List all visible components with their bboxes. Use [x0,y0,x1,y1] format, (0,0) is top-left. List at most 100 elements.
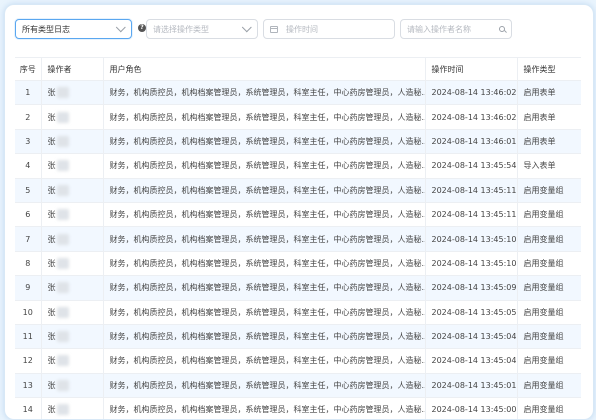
log-panel: 所有类型日志 ? 请选择操作类型 操作时间 请输入操作者名称 序号 操作者 用户… [4,4,594,420]
row-type: 启用表单 [517,129,581,153]
filter-toolbar: 所有类型日志 ? 请选择操作类型 操作时间 请输入操作者名称 [15,19,585,41]
operator-name: 张 [48,355,56,366]
row-time: 2024-08-14 13:45:04 [425,324,517,348]
table-row[interactable]: 1张财务，机构质控员，机构档案管理员，系统管理员，科室主任，中心药房管理员，人造… [15,81,581,105]
row-type: 启用变量组 [517,251,581,275]
table-row[interactable]: 4张财务，机构质控员，机构档案管理员，系统管理员，科室主任，中心药房管理员，人造… [15,154,581,178]
row-operator: 张 [41,349,103,373]
log-type-select-value: 所有类型日志 [22,24,70,35]
row-time: 2024-08-14 13:45:10 [425,251,517,275]
row-operator: 张 [41,398,103,420]
redacted-name-mask [57,136,69,147]
row-time: 2024-08-14 13:45:04 [425,349,517,373]
row-role: 财务，机构质控员，机构档案管理员，系统管理员，科室主任，中心药房管理员，人造秘.… [103,178,425,202]
row-type: 启用变量组 [517,300,581,324]
help-icon[interactable]: ? [138,24,146,32]
table-row[interactable]: 11张财务，机构质控员，机构档案管理员，系统管理员，科室主任，中心药房管理员，人… [15,324,581,348]
table-row[interactable]: 14张财务，机构质控员，机构档案管理员，系统管理员，科室主任，中心药房管理员，人… [15,398,581,420]
row-type: 启用变量组 [517,373,581,397]
operator-name: 张 [48,185,56,196]
row-type: 启用变量组 [517,178,581,202]
operator-name-search[interactable]: 请输入操作者名称 [400,19,512,39]
row-operator: 张 [41,105,103,129]
operation-time-placeholder: 操作时间 [286,24,318,35]
operator-name: 张 [48,209,56,220]
operator-name: 张 [48,234,56,245]
row-role: 财务，机构质控员，机构档案管理员，系统管理员，科室主任，中心药房管理员，人造秘.… [103,276,425,300]
table-header: 序号 操作者 用户角色 操作时间 操作类型 [15,58,581,81]
row-seq: 13 [15,373,41,397]
row-seq: 10 [15,300,41,324]
row-seq: 2 [15,105,41,129]
calendar-icon [270,26,278,33]
operator-name: 张 [48,307,56,318]
row-operator: 张 [41,81,103,105]
table-row[interactable]: 7张 财务，机构质控员，机构档案管理员，系统管理员，科室主任，中心药房管理员，人造… [15,227,581,251]
operator-name: 张 [48,282,56,293]
redacted-name-mask [57,307,69,318]
operator-name: 张 [48,331,56,342]
redacted-name-mask [57,234,69,245]
row-role: 财务，机构质控员，机构档案管理员，系统管理员，科室主任，中心药房管理员，人造秘.… [103,105,425,129]
row-time: 2024-08-14 13:45:01 [425,373,517,397]
table-row[interactable]: 3张财务，机构质控员，机构档案管理员，系统管理员，科室主任，中心药房管理员，人造… [15,129,581,153]
col-role-header: 用户角色 [103,58,425,81]
log-type-select[interactable]: 所有类型日志 [15,19,132,39]
row-seq: 8 [15,251,41,275]
row-role: 财务，机构质控员，机构档案管理员，系统管理员，科室主任，中心药房管理员，人造秘.… [103,227,425,251]
col-time-header: 操作时间 [425,58,517,81]
table-row[interactable]: 5张财务，机构质控员，机构档案管理员，系统管理员，科室主任，中心药房管理员，人造… [15,178,581,202]
row-operator: 张 [41,324,103,348]
row-time: 2024-08-14 13:45:11 [425,178,517,202]
row-type: 启用变量组 [517,349,581,373]
table-row[interactable]: 12张财务，机构质控员，机构档案管理员，系统管理员，科室主任，中心药房管理员，人… [15,349,581,373]
row-type: 启用表单 [517,105,581,129]
table-row[interactable]: 8张财务，机构质控员，机构档案管理员，系统管理员，科室主任，中心药房管理员，人造… [15,251,581,275]
row-seq: 3 [15,129,41,153]
row-operator: 张 [41,276,103,300]
redacted-name-mask [57,258,69,269]
row-type: 启用表单 [517,81,581,105]
row-time: 2024-08-14 13:45:00 [425,398,517,420]
table-row[interactable]: 13张财务，机构质控员，机构档案管理员，系统管理员，科室主任，中心药房管理员，人… [15,373,581,397]
redacted-name-mask [57,185,69,196]
operation-type-placeholder: 请选择操作类型 [153,24,209,35]
chevron-down-icon [242,22,252,32]
row-operator: 张 [41,373,103,397]
operator-name-placeholder: 请输入操作者名称 [407,24,471,35]
row-seq: 11 [15,324,41,348]
table-row[interactable]: 6张 财务，机构质控员，机构档案管理员，系统管理员，科室主任，中心药房管理员，人造… [15,202,581,226]
row-seq: 12 [15,349,41,373]
operator-name: 张 [48,87,56,98]
search-icon[interactable] [499,26,505,32]
table-body: 1张财务，机构质控员，机构档案管理员，系统管理员，科室主任，中心药房管理员，人造… [15,81,581,420]
row-time: 2024-08-14 13:45:09 [425,276,517,300]
row-operator: 张 [41,227,103,251]
row-role: 财务，机构质控员，机构档案管理员，系统管理员，科室主任，中心药房管理员，人造秘.… [103,154,425,178]
row-type: 导入表单 [517,154,581,178]
table-row[interactable]: 9张财务，机构质控员，机构档案管理员，系统管理员，科室主任，中心药房管理员，人造… [15,276,581,300]
table-row[interactable]: 2张 财务，机构质控员，机构档案管理员，系统管理员，科室主任，中心药房管理员，人造… [15,105,581,129]
row-role: 财务，机构质控员，机构档案管理员，系统管理员，科室主任，中心药房管理员，人造秘.… [103,202,425,226]
row-operator: 张 [41,251,103,275]
table-row[interactable]: 10张财务，机构质控员，机构档案管理员，系统管理员，科室主任，中心药房管理员，人… [15,300,581,324]
operation-time-picker[interactable]: 操作时间 [263,19,395,39]
row-role: 财务，机构质控员，机构档案管理员，系统管理员，科室主任，中心药房管理员，人造秘.… [103,129,425,153]
operator-name: 张 [48,160,56,171]
operator-name: 张 [48,380,56,391]
col-type-header: 操作类型 [517,58,581,81]
chevron-down-icon [116,22,126,32]
row-seq: 6 [15,202,41,226]
row-time: 2024-08-14 13:45:11 [425,202,517,226]
row-role: 财务，机构质控员，机构档案管理员，系统管理员，科室主任，中心药房管理员，人造秘.… [103,251,425,275]
row-seq: 7 [15,227,41,251]
operator-name: 张 [48,112,56,123]
row-time: 2024-08-14 13:46:01 [425,129,517,153]
operation-type-select[interactable]: 请选择操作类型 [146,19,258,39]
redacted-name-mask [57,380,69,391]
redacted-name-mask [57,355,69,366]
row-type: 启用变量组 [517,227,581,251]
operator-name: 张 [48,404,56,415]
row-operator: 张 [41,129,103,153]
row-time: 2024-08-14 13:46:02 [425,81,517,105]
